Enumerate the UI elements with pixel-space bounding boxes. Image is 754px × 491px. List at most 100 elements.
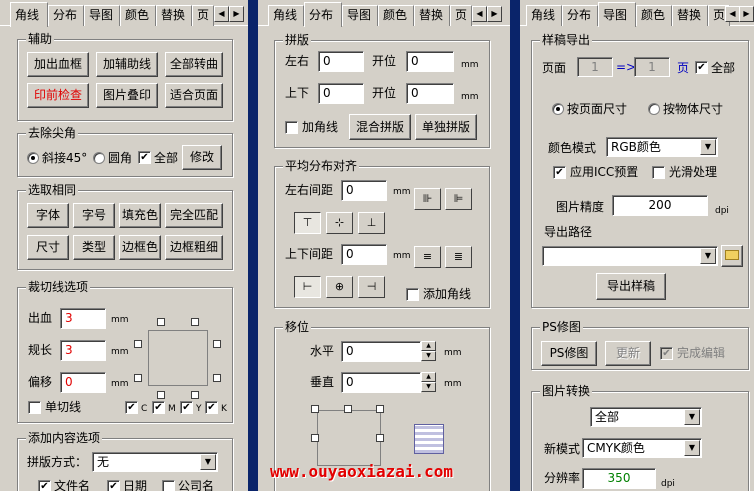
channel-c-checkbox[interactable]: ✔ [125, 401, 138, 414]
select-outline-color-button[interactable]: 边框色 [119, 235, 161, 260]
tab-page[interactable]: 页 [450, 5, 472, 26]
tab-scroll-left-icon[interactable]: ◀ [472, 6, 487, 22]
select-font-button[interactable]: 字体 [27, 203, 69, 228]
tab-corner[interactable]: 角线 [526, 5, 562, 26]
channel-m-checkbox[interactable]: ✔ [152, 401, 165, 414]
crop-mark-left-bottom[interactable] [134, 374, 142, 382]
v-spacing-field[interactable]: 0 [341, 244, 387, 265]
tab-color[interactable]: 颜色 [120, 5, 156, 26]
add-corner-marks-checkbox[interactable] [285, 121, 298, 134]
crop-mark-bottom-left[interactable] [157, 391, 165, 399]
tab-scroll-right-icon[interactable]: ▶ [229, 6, 244, 22]
preflight-check-button[interactable]: 印前检查 [27, 83, 89, 108]
move-v-stepper[interactable]: ▲ ▼ [421, 372, 436, 392]
offset-field[interactable]: 0 [60, 372, 106, 393]
bleed-field[interactable]: 3 [60, 308, 106, 329]
distribute-add-marks-checkbox[interactable] [406, 288, 419, 301]
move-h-field[interactable]: 0 [341, 341, 421, 362]
by-page-size-radio[interactable] [552, 103, 564, 115]
crop-mark-bottom-right[interactable] [191, 391, 199, 399]
convert-scope-select[interactable]: 全部 ▼ [590, 407, 702, 427]
update-button[interactable]: 更新 [605, 341, 651, 366]
distribute-v-center-icon[interactable]: ≣ [445, 246, 472, 268]
align-top-icon[interactable]: ⊤ [294, 212, 321, 234]
precision-field[interactable]: 200 [612, 195, 708, 216]
crop-mark-top-right[interactable] [191, 318, 199, 326]
tab-color[interactable]: 颜色 [378, 5, 414, 26]
tab-color[interactable]: 颜色 [636, 5, 672, 26]
export-path-select[interactable]: ▼ [542, 246, 718, 266]
tab-distribute[interactable]: 分布 [304, 2, 342, 27]
resolution-field[interactable]: 350 [582, 468, 656, 489]
tab-scroll-left-icon[interactable]: ◀ [725, 6, 740, 22]
down-icon[interactable]: ▼ [421, 351, 436, 361]
distribute-h-center-icon[interactable]: ⊫ [445, 188, 472, 210]
ud-field[interactable]: 0 [318, 83, 364, 104]
tab-export[interactable]: 导图 [342, 5, 378, 26]
date-checkbox[interactable]: ✔ [107, 480, 120, 491]
imposition-mode-select[interactable]: 无 ▼ [92, 452, 218, 472]
select-fill-button[interactable]: 填充色 [119, 203, 161, 228]
smooth-checkbox[interactable] [652, 166, 665, 179]
channel-k-checkbox[interactable]: ✔ [205, 401, 218, 414]
tab-corner[interactable]: 角线 [10, 2, 48, 27]
browse-folder-button[interactable] [721, 245, 743, 267]
company-checkbox[interactable] [162, 480, 175, 491]
select-type-button[interactable]: 类型 [73, 235, 115, 260]
anchor-top-center[interactable] [344, 405, 352, 413]
lr-open-field[interactable]: 0 [406, 51, 454, 72]
anchor-top-right[interactable] [376, 405, 384, 413]
tab-replace[interactable]: 替换 [672, 5, 708, 26]
single-imposition-button[interactable]: 单独拼版 [415, 114, 477, 140]
select-size-button[interactable]: 尺寸 [27, 235, 69, 260]
page-to-field[interactable]: 1 [634, 57, 670, 77]
tab-scroll-right-icon[interactable]: ▶ [487, 6, 502, 22]
up-icon[interactable]: ▲ [421, 372, 436, 382]
page-from-field[interactable]: 1 [577, 57, 613, 77]
align-left-icon[interactable]: ⊢ [294, 276, 321, 298]
down-icon[interactable]: ▼ [421, 382, 436, 392]
anchor-middle-right[interactable] [376, 434, 384, 442]
by-object-size-radio[interactable] [648, 103, 660, 115]
move-v-field[interactable]: 0 [341, 372, 421, 393]
up-icon[interactable]: ▲ [421, 341, 436, 351]
export-all-checkbox[interactable]: ✔ [695, 61, 708, 74]
crop-mark-right-bottom[interactable] [213, 374, 221, 382]
align-hcenter-icon[interactable]: ⊕ [326, 276, 353, 298]
new-mode-select[interactable]: CMYK颜色 ▼ [582, 438, 702, 458]
select-fontsize-button[interactable]: 字号 [73, 203, 115, 228]
align-vcenter-icon[interactable]: ⊹ [326, 212, 353, 234]
tab-replace[interactable]: 替换 [156, 5, 192, 26]
add-bleed-box-button[interactable]: 加出血框 [27, 52, 89, 77]
apply-icc-checkbox[interactable]: ✔ [553, 166, 566, 179]
select-exact-button[interactable]: 完全匹配 [165, 203, 223, 228]
anchor-top-left[interactable] [311, 405, 319, 413]
move-h-stepper[interactable]: ▲ ▼ [421, 341, 436, 361]
modify-button[interactable]: 修改 [182, 145, 222, 170]
export-proof-button[interactable]: 导出样稿 [596, 273, 666, 300]
convert-all-curves-button[interactable]: 全部转曲 [165, 52, 223, 77]
tab-distribute[interactable]: 分布 [562, 5, 598, 26]
tab-distribute[interactable]: 分布 [48, 5, 84, 26]
tab-scroll-right-icon[interactable]: ▶ [739, 6, 754, 22]
distribute-h-left-icon[interactable]: ⊪ [414, 188, 441, 210]
distribute-v-top-icon[interactable]: ≡ [414, 246, 441, 268]
h-spacing-field[interactable]: 0 [341, 180, 387, 201]
align-bottom-icon[interactable]: ⊥ [358, 212, 385, 234]
select-outline-width-button[interactable]: 边框粗细 [165, 235, 223, 260]
move-grid-icon[interactable] [414, 424, 444, 454]
crop-mark-top-left[interactable] [157, 318, 165, 326]
crop-mark-right-top[interactable] [213, 340, 221, 348]
length-field[interactable]: 3 [60, 340, 106, 361]
tab-export[interactable]: 导图 [598, 2, 636, 27]
channel-y-checkbox[interactable]: ✔ [180, 401, 193, 414]
ps-edit-button[interactable]: PS修图 [541, 341, 597, 366]
fit-page-button[interactable]: 适合页面 [165, 83, 223, 108]
anchor-middle-left[interactable] [311, 434, 319, 442]
filename-checkbox[interactable]: ✔ [38, 480, 51, 491]
finish-edit-checkbox[interactable]: ✔ [660, 347, 673, 360]
image-overprint-button[interactable]: 图片叠印 [96, 83, 158, 108]
miter-radio[interactable] [27, 152, 39, 164]
tab-scroll-left-icon[interactable]: ◀ [214, 6, 229, 22]
tab-corner[interactable]: 角线 [268, 5, 304, 26]
